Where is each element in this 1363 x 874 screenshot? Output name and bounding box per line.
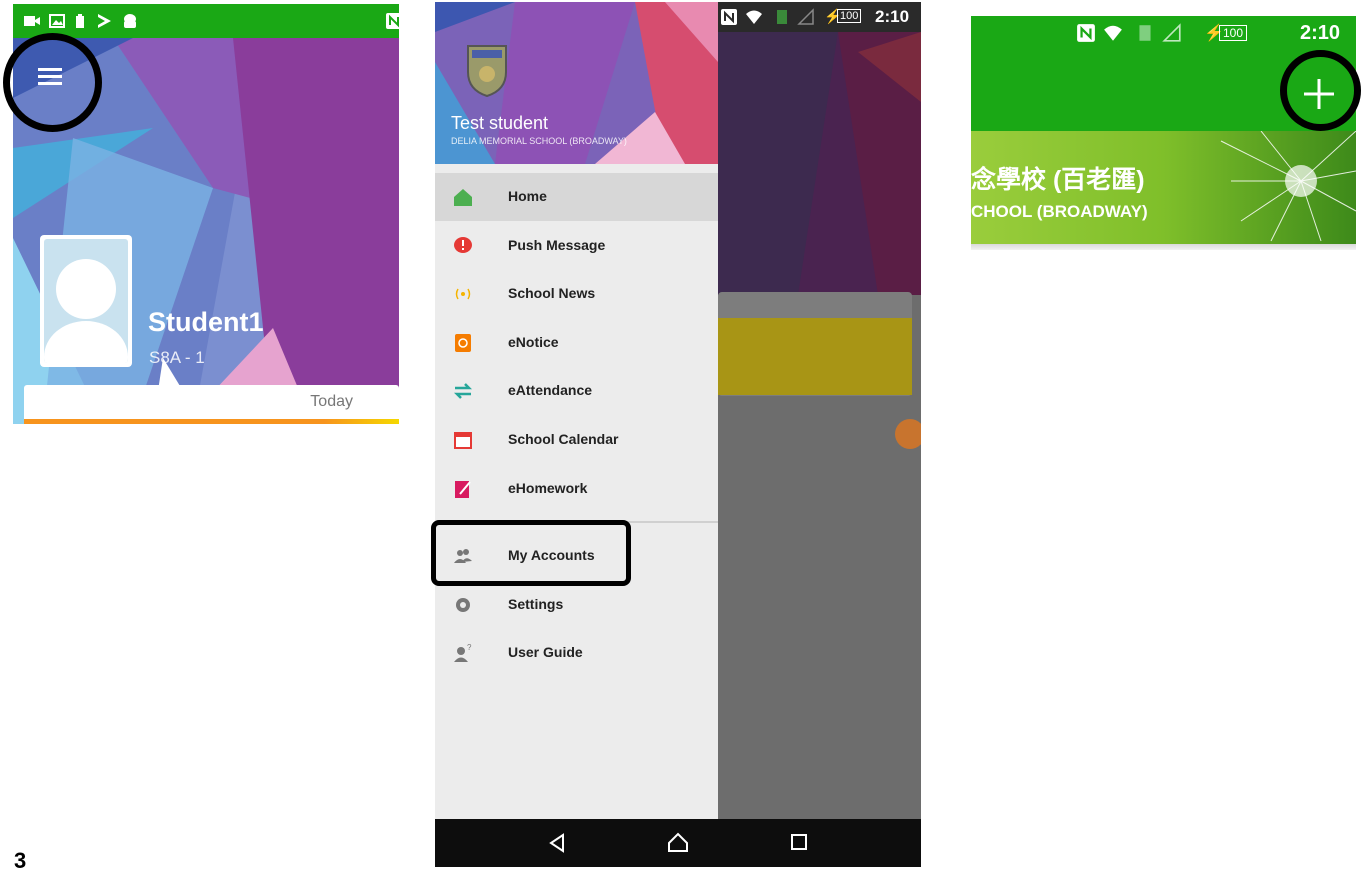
highlight-circle-menu — [3, 33, 102, 132]
system-nav-bar — [435, 819, 921, 867]
drawer-item-ehomework[interactable]: eHomework — [435, 465, 718, 513]
battery-level: 100 — [1219, 25, 1248, 41]
battery-level: 100 — [837, 9, 862, 23]
drawer-item-label: eAttendance — [508, 382, 593, 399]
drawer-item-label: eNotice — [508, 333, 559, 350]
home-icon — [454, 189, 472, 206]
notice-icon — [455, 333, 471, 352]
student-class: S8A - 1 — [149, 348, 205, 367]
back-icon[interactable] — [547, 833, 567, 853]
drawer-user-name: Test student — [451, 113, 549, 133]
drawer-item-eattendance[interactable]: eAttendance — [435, 367, 718, 415]
navigation-drawer-panel: ⚡ 100 2:10 Test student DELIA MEMORIAL S… — [435, 2, 921, 867]
school-name-english: CHOOL (BROADWAY) — [971, 202, 1148, 221]
drawer-item-home[interactable]: Home — [435, 173, 718, 221]
signal-icon — [1162, 23, 1181, 42]
drawer-item-label: School Calendar — [508, 431, 619, 447]
banner-shadow — [971, 244, 1356, 250]
drawer-item-label: Settings — [508, 595, 564, 612]
calendar-icon — [454, 432, 472, 449]
highlight-circle-add — [1280, 50, 1361, 131]
recents-icon[interactable] — [790, 833, 808, 851]
image-icon — [49, 14, 65, 28]
signal-icon — [797, 8, 814, 25]
nfc-icon — [1077, 24, 1095, 42]
settings-gear-icon — [456, 597, 470, 612]
tab-indicator — [24, 419, 399, 424]
wifi-icon — [1104, 25, 1122, 41]
drawer: Test student DELIA MEMORIAL SCHOOL (BROA… — [435, 2, 718, 819]
school-name-chinese: 念學校 (百老匯) — [971, 166, 1145, 194]
tab-today[interactable]: Today — [310, 393, 353, 411]
status-bar — [13, 4, 399, 38]
sim-icon — [777, 10, 787, 24]
drawer-item-label: School News — [508, 285, 596, 302]
sim-icon — [1139, 25, 1151, 41]
play-store-icon — [98, 14, 111, 28]
drawer-item-label: Push Message — [508, 236, 606, 253]
dimmed-background — [718, 32, 921, 295]
battery-icon — [76, 14, 84, 28]
drawer-item-school-calendar[interactable]: School Calendar — [435, 416, 718, 464]
homework-icon — [455, 480, 471, 498]
drawer-item-settings[interactable]: Settings — [435, 581, 718, 629]
nfc-icon — [721, 9, 737, 25]
student-name: Student1 — [148, 307, 264, 337]
drawer-school-name: DELIA MEMORIAL SCHOOL (BROADWAY) — [451, 136, 627, 146]
highlight-box-my-accounts — [431, 520, 631, 586]
broadcast-icon — [455, 288, 471, 300]
drawer-item-label: eHomework — [508, 479, 588, 496]
wifi-icon — [746, 10, 762, 24]
home-nav-icon[interactable] — [667, 831, 689, 853]
drawer-header: Test student DELIA MEMORIAL SCHOOL (BROA… — [435, 2, 718, 164]
drawer-item-enotice[interactable]: eNotice — [435, 319, 718, 367]
nfc-icon — [386, 13, 399, 29]
drawer-item-user-guide[interactable]: ? User Guide — [435, 629, 718, 677]
drawer-item-school-news[interactable]: School News — [435, 270, 718, 318]
school-crest-logo — [467, 45, 507, 98]
highlight-card — [718, 318, 912, 395]
drawer-item-label: Home — [508, 188, 547, 204]
step-number: 3 — [14, 848, 27, 873]
drawer-item-push-message[interactable]: Push Message — [435, 222, 718, 270]
person-silhouette-icon — [44, 259, 128, 363]
video-icon — [24, 16, 40, 26]
push-message-icon — [454, 236, 472, 253]
attendance-arrows-icon — [453, 383, 473, 400]
android-icon — [124, 14, 136, 28]
clock: 2:10 — [875, 7, 910, 26]
drawer-item-label: User Guide — [508, 644, 583, 661]
svg-text:?: ? — [467, 643, 472, 652]
fab-video-button — [895, 419, 921, 449]
user-guide-icon: ? — [454, 643, 472, 663]
clock: 2:10 — [1300, 22, 1341, 44]
accounts-screen-panel: ⚡ 100 2:10 念學校 (百老匯) CHOOL (BROADWAY) — [971, 16, 1356, 250]
avatar[interactable] — [44, 239, 128, 363]
